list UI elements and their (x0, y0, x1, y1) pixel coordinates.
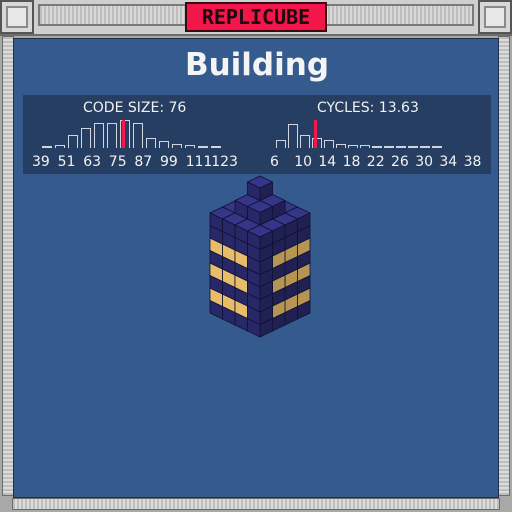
frame-bottom (12, 498, 500, 510)
title-bar: REPLICUBE (0, 0, 512, 36)
app-logo: REPLICUBE (185, 2, 327, 32)
window-corner-right (478, 0, 512, 34)
build-panel: Building CODE SIZE: 76 39 51 63 75 87 99 111 12… (13, 38, 499, 498)
voxel-model[interactable] (14, 39, 500, 499)
window-frame: REPLICUBE Building CODE SIZE: 76 39 51 63 7… (0, 0, 512, 512)
window-corner-left (0, 0, 34, 34)
